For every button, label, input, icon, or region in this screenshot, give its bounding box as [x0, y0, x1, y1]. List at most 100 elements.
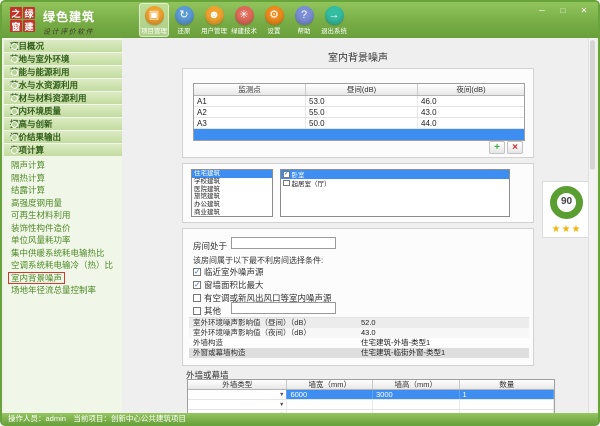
logo-character: 窗 [10, 20, 22, 32]
room-location-input[interactable] [231, 237, 336, 249]
table-cell [287, 400, 373, 409]
sidebar-sub-item[interactable]: 室内背景噪声 [4, 272, 122, 285]
building-type-listbox: 住宅建筑学校建筑医院建筑旅馆建筑办公建筑商业建筑 [191, 169, 273, 217]
chevron-down-icon: ▼ [279, 390, 286, 399]
sidebar: 项目概况节地与室外环境节能与能源利用节水与水资源利用节材与材料资源利用室内环境质… [4, 38, 122, 414]
property-grid: 室外环境噪声影响值（昼间）（dB）52.0室外环境噪声影响值（夜间）（dB）43… [189, 317, 529, 358]
wall-table-row[interactable]: ▼ [188, 400, 554, 410]
building-type-item[interactable]: 住宅建筑 [192, 170, 272, 178]
checkbox-icon[interactable]: ✓ [283, 171, 290, 178]
toolbar-item-user[interactable]: ☻用户管理 [199, 3, 229, 37]
group-indicator-icon [11, 134, 18, 141]
sidebar-group-item[interactable]: 专项计算 [4, 144, 122, 156]
vertical-scrollbar[interactable] [588, 38, 596, 414]
building-type-item[interactable]: 办公建筑 [192, 201, 272, 209]
delete-row-button[interactable]: × [507, 141, 523, 154]
column-header[interactable]: 昼间(dB) [306, 84, 418, 95]
brand: 绿色建筑 设计评价软件 [43, 8, 95, 37]
room-type-item[interactable]: 起居室（厅） [281, 179, 509, 188]
sidebar-group-item[interactable]: 节材与材料资源利用 [4, 92, 122, 104]
property-row[interactable]: 室外环境噪声影响值（夜间）（dB）43.0 [189, 328, 529, 338]
maximize-button[interactable]: □ [556, 5, 570, 16]
group-indicator-icon [11, 56, 18, 63]
checkbox-icon[interactable] [283, 180, 290, 187]
page-title: 室内背景噪声 [182, 49, 534, 64]
building-type-item[interactable]: 商业建筑 [192, 209, 272, 217]
toolbar-item-briefcase[interactable]: ▣项目管理 [139, 3, 169, 37]
sidebar-group-item[interactable]: 节能与能源利用 [4, 66, 122, 78]
toolbar-item-exit[interactable]: →退出系统 [319, 3, 349, 37]
group-indicator-icon [11, 147, 18, 154]
toolbar-item-restore[interactable]: ↻还原 [169, 3, 199, 37]
minimize-button[interactable]: ─ [535, 5, 549, 16]
property-row[interactable]: 外窗或幕墙构造住宅建筑-临街外窗-类型1 [189, 348, 529, 358]
column-header[interactable]: 墙高（mm） [373, 380, 460, 389]
sidebar-group-item[interactable]: 评价结果输出 [4, 131, 122, 143]
sidebar-sub-item[interactable]: 隔热计算 [4, 172, 122, 185]
wall-type-dropdown[interactable]: 普通外墙 ▼ [188, 390, 287, 399]
gear-icon: ⚙ [265, 6, 284, 25]
sidebar-sub-item[interactable]: 单位风量耗功率 [4, 234, 122, 247]
toolbar-item-help[interactable]: ?帮助 [289, 3, 319, 37]
room-type-listbox: ✓卧室起居室（厅） [280, 169, 510, 217]
tech-icon: ✳ [235, 6, 254, 25]
room-type-label: 起居室（厅） [292, 178, 331, 188]
condition-checkbox-row[interactable]: ✓窗墙面积比最大 [193, 279, 264, 291]
sidebar-group-item[interactable]: 室内环境质量 [4, 105, 122, 117]
condition-checkbox-row[interactable]: 其他 [193, 305, 221, 317]
help-icon: ? [295, 6, 314, 25]
sidebar-sub-item[interactable]: 可再生材料利用 [4, 209, 122, 222]
sidebar-sub-item-label: 结露计算 [9, 185, 47, 195]
checkbox-icon[interactable] [193, 294, 201, 302]
checkbox-icon[interactable]: ✓ [193, 281, 201, 289]
selected-empty-row[interactable] [194, 129, 524, 140]
sidebar-sub-item[interactable]: 高强度钢用量 [4, 197, 122, 210]
sidebar-sub-item[interactable]: 空调系统耗电输冷（热）比 [4, 259, 122, 272]
table-row[interactable]: A350.044.0 [194, 118, 524, 129]
sidebar-sub-item-label: 高强度钢用量 [9, 198, 64, 208]
table-row[interactable]: A255.043.0 [194, 107, 524, 118]
property-row[interactable]: 外墙构造住宅建筑-外墙-类型1 [189, 338, 529, 348]
sidebar-sub-item[interactable]: 结露计算 [4, 184, 122, 197]
sidebar-sub-item-label: 室内背景噪声 [9, 273, 64, 283]
table-cell: 1 [460, 390, 554, 399]
close-button[interactable]: ✕ [577, 5, 591, 16]
checkbox-icon[interactable] [193, 307, 201, 315]
column-header[interactable]: 数量 [460, 380, 554, 389]
sidebar-sub-item[interactable]: 装饰性构件造价 [4, 222, 122, 235]
toolbar-item-label: 项目管理 [140, 26, 168, 35]
toolbar-item-tech[interactable]: ✳绿建技术 [229, 3, 259, 37]
building-type-item[interactable]: 学校建筑 [192, 178, 272, 186]
sidebar-group-item[interactable]: 提高与创新 [4, 118, 122, 130]
column-header[interactable]: 夜间(dB) [418, 84, 524, 95]
user-icon: ☻ [205, 6, 224, 25]
building-room-panel: 住宅建筑学校建筑医院建筑旅馆建筑办公建筑商业建筑 ✓卧室起居室（厅） [182, 163, 534, 223]
column-header[interactable]: 墙宽（mm） [287, 380, 373, 389]
star-rating: ★★★ [543, 224, 590, 235]
sidebar-sub-item[interactable]: 场地年径流总量控制率 [4, 284, 122, 297]
add-row-button[interactable]: + [489, 141, 505, 154]
condition-checkbox-row[interactable]: ✓临近室外噪声源 [193, 266, 264, 278]
sidebar-group-item[interactable]: 项目概况 [4, 40, 122, 52]
property-row[interactable]: 室外环境噪声影响值（昼间）（dB）52.0 [189, 318, 529, 328]
wall-table-row[interactable]: 普通外墙▼600030001 [188, 390, 554, 400]
sidebar-sub-item-label: 单位风量耗功率 [9, 235, 73, 245]
sidebar-sub-item[interactable]: 隔声计算 [4, 159, 122, 172]
table-cell: 43.0 [418, 107, 524, 117]
column-header[interactable]: 监测点 [194, 84, 306, 95]
other-condition-input[interactable] [231, 302, 336, 314]
toolbar: ▣项目管理↻还原☻用户管理✳绿建技术⚙设置?帮助→退出系统 [139, 3, 349, 37]
sidebar-group-item[interactable]: 节水与水资源利用 [4, 79, 122, 91]
sidebar-group-item[interactable]: 节地与室外环境 [4, 53, 122, 65]
column-header[interactable]: 外墙类型 [188, 380, 287, 389]
toolbar-item-gear[interactable]: ⚙设置 [259, 3, 289, 37]
sidebar-sub-item[interactable]: 集中供暖系统耗电输热比 [4, 247, 122, 260]
toolbar-item-label: 绿建技术 [230, 26, 258, 35]
wall-type-dropdown[interactable]: ▼ [188, 400, 287, 409]
wall-type-value: 普通外墙 [191, 390, 221, 399]
checkbox-icon[interactable]: ✓ [193, 268, 201, 276]
sidebar-sub-item-label: 集中供暖系统耗电输热比 [9, 248, 107, 258]
table-row[interactable]: A153.046.0 [194, 96, 524, 107]
noise-table: 监测点昼间(dB)夜间(dB)A153.046.0A255.043.0A350.… [193, 83, 525, 141]
scrollbar-thumb[interactable] [590, 40, 595, 170]
